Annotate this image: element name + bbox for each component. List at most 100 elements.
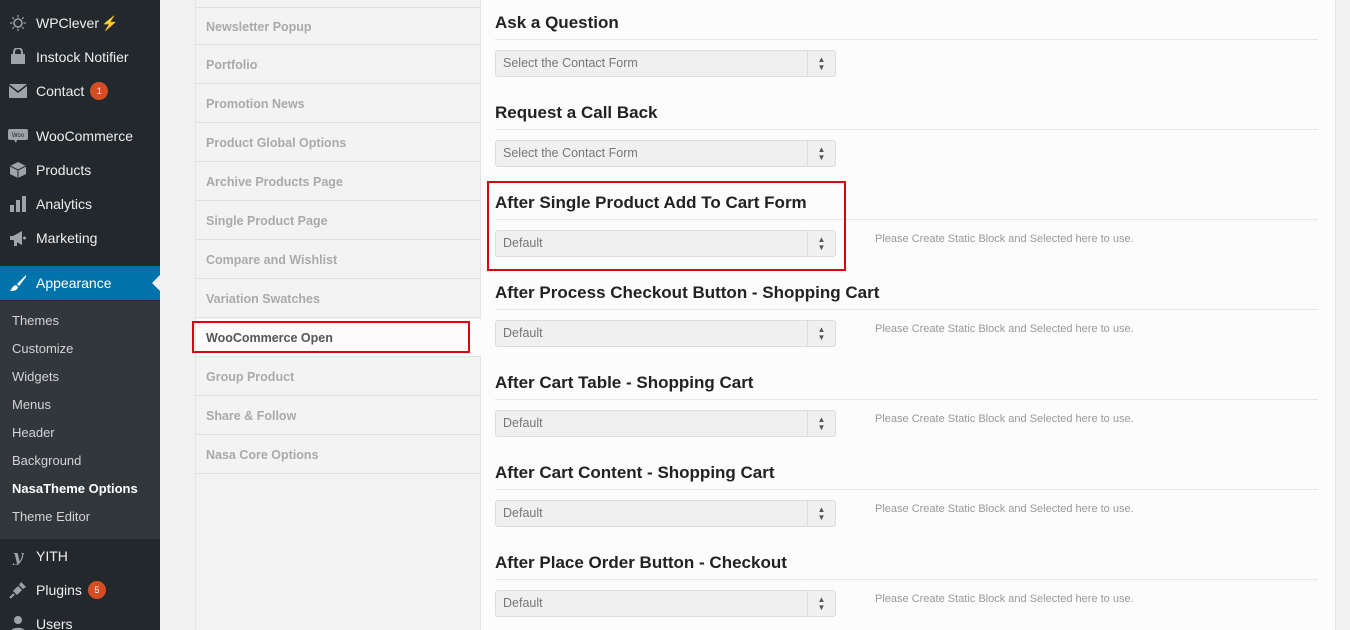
mail-icon (8, 81, 28, 101)
field-divider (495, 579, 1318, 580)
yith-icon: y (8, 546, 28, 566)
theme-options-panel: Newsletter Popup Portfolio Promotion New… (195, 0, 1336, 630)
products-icon (8, 160, 28, 180)
nav-item-group-product[interactable]: Group Product (196, 358, 480, 396)
menu-item-products[interactable]: Products (0, 153, 160, 187)
field-description: Please Create Static Block and Selected … (875, 233, 1134, 245)
menu-label: WPClever (36, 15, 100, 31)
field-title-ask-a-question: Ask a Question (495, 13, 619, 32)
menu-item-yith[interactable]: y YITH (0, 539, 160, 573)
select-value: Default (503, 596, 543, 610)
field-divider (495, 129, 1318, 130)
menu-item-wpclever[interactable]: WPClever ⚡ (0, 6, 160, 40)
nav-item-portfolio[interactable]: Portfolio (196, 46, 480, 84)
submenu-item-header[interactable]: Header (12, 419, 55, 447)
instock-notifier-icon (8, 47, 28, 67)
nav-item-compare-and-wishlist[interactable]: Compare and Wishlist (196, 241, 480, 279)
admin-sidebar: WPClever ⚡ Instock Notifier Contact 1 Wo… (0, 0, 160, 630)
menu-item-appearance[interactable]: Appearance (0, 266, 160, 300)
after-cart-content-select[interactable]: Default ▲ ▼ (495, 500, 836, 527)
field-title-after-process-checkout-button: After Process Checkout Button - Shopping… (495, 283, 880, 302)
select-arrows-icon: ▲ ▼ (807, 411, 835, 436)
field-divider (495, 399, 1318, 400)
select-value: Default (503, 416, 543, 430)
nav-item-woocommerce-open[interactable]: WooCommerce Open (196, 319, 481, 357)
submenu-item-themes[interactable]: Themes (12, 307, 59, 335)
after-place-order-button-select[interactable]: Default ▲ ▼ (495, 590, 836, 617)
after-single-product-add-to-cart-select[interactable]: Default ▲ ▼ (495, 230, 836, 257)
nav-item-nasa-core-options[interactable]: Nasa Core Options (196, 436, 480, 474)
after-process-checkout-button-select[interactable]: Default ▲ ▼ (495, 320, 836, 347)
nav-item-share-follow[interactable]: Share & Follow (196, 397, 480, 435)
select-value: Default (503, 326, 543, 340)
menu-label: Appearance (36, 275, 112, 291)
nav-item-promotion-news[interactable]: Promotion News (196, 85, 480, 123)
options-section-nav: Newsletter Popup Portfolio Promotion New… (196, 0, 481, 630)
nav-item-archive-products-page[interactable]: Archive Products Page (196, 163, 480, 201)
woocommerce-icon: Woo (8, 126, 28, 146)
select-arrows-icon: ▲ ▼ (807, 591, 835, 616)
field-title-request-a-call-back: Request a Call Back (495, 103, 658, 122)
menu-label: Marketing (36, 230, 98, 246)
svg-text:y: y (12, 547, 24, 565)
submenu-item-nasatheme-options[interactable]: NasaTheme Options (12, 475, 138, 503)
select-arrows-icon: ▲ ▼ (807, 321, 835, 346)
users-icon (8, 614, 28, 630)
menu-item-marketing[interactable]: Marketing (0, 221, 160, 255)
submenu-item-customize[interactable]: Customize (12, 335, 73, 363)
menu-label: Contact (36, 83, 85, 99)
menu-item-instock-notifier[interactable]: Instock Notifier (0, 40, 160, 74)
ask-a-question-select[interactable]: Select the Contact Form ▲ ▼ (495, 50, 836, 77)
nav-item-single-product-page[interactable]: Single Product Page (196, 202, 480, 240)
select-arrows-icon: ▲ ▼ (807, 231, 835, 256)
notification-count-badge: 1 (90, 82, 109, 100)
field-divider (495, 309, 1318, 310)
menu-label: Instock Notifier (36, 49, 129, 65)
bolt-icon: ⚡ (101, 14, 119, 31)
submenu-item-widgets[interactable]: Widgets (12, 363, 59, 391)
menu-label: Analytics (36, 196, 93, 212)
select-value: Default (503, 506, 543, 520)
select-value: Default (503, 236, 543, 250)
after-cart-table-select[interactable]: Default ▲ ▼ (495, 410, 836, 437)
submenu-item-menus[interactable]: Menus (12, 391, 51, 419)
select-arrows-icon: ▲ ▼ (807, 501, 835, 526)
request-call-back-select[interactable]: Select the Contact Form ▲ ▼ (495, 140, 836, 167)
field-title-after-cart-content: After Cart Content - Shopping Cart (495, 463, 775, 482)
plugins-update-count-badge: 5 (87, 581, 106, 599)
megaphone-icon (8, 228, 28, 248)
wpclever-icon (8, 13, 28, 33)
svg-text:Woo: Woo (12, 133, 25, 139)
menu-item-contact[interactable]: Contact 1 (0, 74, 160, 108)
nav-item-product-global-options[interactable]: Product Global Options (196, 124, 480, 162)
field-divider (495, 39, 1318, 40)
appearance-submenu: Themes Customize Widgets Menus Header Ba… (0, 301, 160, 539)
field-description: Please Create Static Block and Selected … (875, 323, 1134, 335)
field-title-after-cart-table: After Cart Table - Shopping Cart (495, 373, 754, 392)
field-description: Please Create Static Block and Selected … (875, 413, 1134, 425)
nav-item-variation-swatches[interactable]: Variation Swatches (196, 280, 480, 318)
field-title-after-place-order-button: After Place Order Button - Checkout (495, 553, 787, 572)
menu-item-plugins[interactable]: Plugins 5 (0, 573, 160, 607)
field-description: Please Create Static Block and Selected … (875, 503, 1134, 515)
field-divider (495, 219, 1318, 220)
submenu-item-background[interactable]: Background (12, 447, 81, 475)
menu-item-woocommerce[interactable]: Woo WooCommerce (0, 119, 160, 153)
plugins-icon (8, 580, 28, 600)
menu-label: Plugins (36, 582, 82, 598)
field-title-after-single-product-add-to-cart-form: After Single Product Add To Cart Form (495, 193, 807, 212)
nav-item-newsletter-popup[interactable]: Newsletter Popup (196, 7, 480, 45)
menu-label: Products (36, 162, 92, 178)
menu-label: Users (36, 616, 73, 630)
select-arrows-icon: ▲ ▼ (807, 51, 835, 76)
submenu-item-theme-editor[interactable]: Theme Editor (12, 503, 90, 531)
field-description: Please Create Static Block and Selected … (875, 593, 1134, 605)
menu-item-analytics[interactable]: Analytics (0, 187, 160, 221)
menu-label: YITH (36, 548, 68, 564)
select-value: Select the Contact Form (503, 56, 638, 70)
analytics-icon (8, 194, 28, 214)
select-arrows-icon: ▲ ▼ (807, 141, 835, 166)
field-divider (495, 489, 1318, 490)
menu-item-users[interactable]: Users (0, 607, 160, 630)
select-value: Select the Contact Form (503, 146, 638, 160)
